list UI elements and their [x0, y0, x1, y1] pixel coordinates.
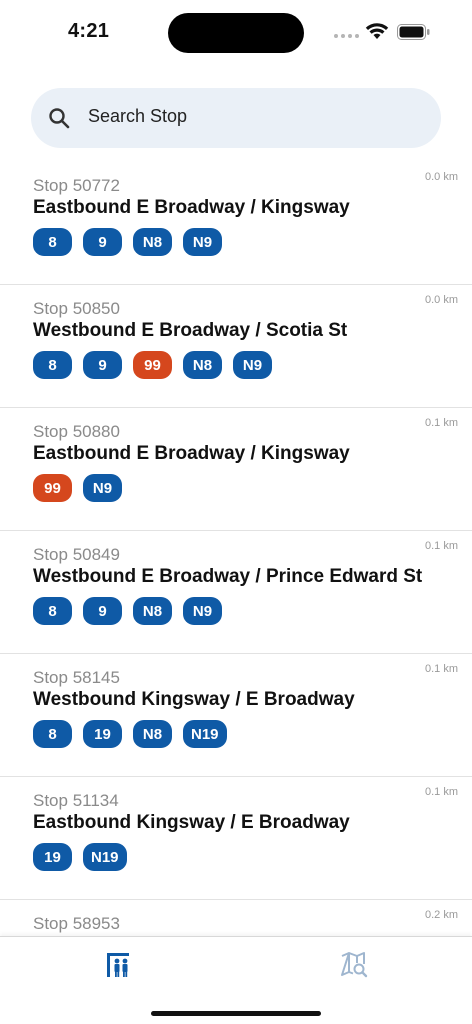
route-badge: N9 — [183, 228, 222, 256]
stop-distance: 0.1 km — [424, 417, 458, 429]
stop-code: Stop 58145 — [33, 668, 120, 687]
stop-list[interactable]: Stop 50772 Eastbound E Broadway / Kingswa… — [0, 162, 472, 936]
stop-code: Stop 58953 — [33, 914, 120, 933]
route-badge: N9 — [233, 351, 272, 379]
tab-bar — [0, 936, 472, 1024]
dynamic-island — [168, 13, 304, 53]
stop-distance: 0.2 km — [424, 909, 458, 921]
status-time: 4:21 — [68, 20, 110, 42]
route-badge: 8 — [33, 228, 72, 256]
status-bar: 4:21 — [0, 0, 472, 64]
route-badge: N8 — [133, 228, 172, 256]
stop-name: Eastbound Kingsway / E Broadway — [33, 812, 350, 833]
route-badge: 8 — [33, 720, 72, 748]
stop-code: Stop 50772 — [33, 176, 120, 195]
stop-distance: 0.0 km — [424, 171, 458, 183]
route-badges: 8 19 N8 N19 — [33, 720, 227, 748]
route-badge: N9 — [183, 597, 222, 625]
stop-name: Westbound Kingsway / E Broadway — [33, 689, 355, 710]
search-input[interactable] — [88, 106, 408, 127]
stop-distance: 0.0 km — [424, 294, 458, 306]
cellular-signal-icon — [334, 34, 359, 38]
map-search-icon[interactable] — [340, 951, 368, 979]
stop-row[interactable]: Stop 50880 Eastbound E Broadway / Kingswa… — [0, 408, 472, 531]
route-badges: 8 9 99 N8 N9 — [33, 351, 272, 379]
stop-row[interactable]: Stop 58953 0.2 km — [0, 900, 472, 936]
stop-distance: 0.1 km — [424, 663, 458, 675]
route-badge: N19 — [183, 720, 227, 748]
route-badge: 9 — [83, 351, 122, 379]
battery-icon — [397, 24, 430, 40]
stop-name: Eastbound E Broadway / Kingsway — [33, 443, 350, 464]
route-badges: 8 9 N8 N9 — [33, 228, 222, 256]
stop-name: Westbound E Broadway / Scotia St — [33, 320, 348, 341]
route-badge: N9 — [83, 474, 122, 502]
route-badge: N19 — [83, 843, 127, 871]
stop-row[interactable]: Stop 51134 Eastbound Kingsway / E Broadwa… — [0, 777, 472, 900]
stop-distance: 0.1 km — [424, 786, 458, 798]
bus-stop-icon[interactable] — [104, 951, 132, 979]
search-icon — [49, 108, 70, 129]
route-badge: 8 — [33, 351, 72, 379]
stop-code: Stop 50849 — [33, 545, 120, 564]
stop-row[interactable]: Stop 50850 Westbound E Broadway / Scotia … — [0, 285, 472, 408]
route-badges: 8 9 N8 N9 — [33, 597, 222, 625]
route-badge: 99 — [33, 474, 72, 502]
route-badge: 99 — [133, 351, 172, 379]
stop-row[interactable]: Stop 50849 Westbound E Broadway / Prince … — [0, 531, 472, 654]
route-badge: N8 — [133, 720, 172, 748]
stop-row[interactable]: Stop 50772 Eastbound E Broadway / Kingswa… — [0, 162, 472, 285]
route-badge: 9 — [83, 597, 122, 625]
route-badge: 19 — [33, 843, 72, 871]
stop-distance: 0.1 km — [424, 540, 458, 552]
stop-code: Stop 51134 — [33, 791, 119, 810]
stop-code: Stop 50880 — [33, 422, 120, 441]
home-indicator — [151, 1011, 321, 1016]
stop-code: Stop 50850 — [33, 299, 120, 318]
route-badges: 19 N19 — [33, 843, 127, 871]
route-badges: 99 N9 — [33, 474, 122, 502]
route-badge: N8 — [133, 597, 172, 625]
stop-name: Westbound E Broadway / Prince Edward St — [33, 566, 423, 587]
wifi-icon — [365, 23, 389, 39]
route-badge: 19 — [83, 720, 122, 748]
route-badge: 8 — [33, 597, 72, 625]
stop-row[interactable]: Stop 58145 Westbound Kingsway / E Broadwa… — [0, 654, 472, 777]
stop-name: Eastbound E Broadway / Kingsway — [33, 197, 350, 218]
route-badge: N8 — [183, 351, 222, 379]
route-badge: 9 — [83, 228, 122, 256]
